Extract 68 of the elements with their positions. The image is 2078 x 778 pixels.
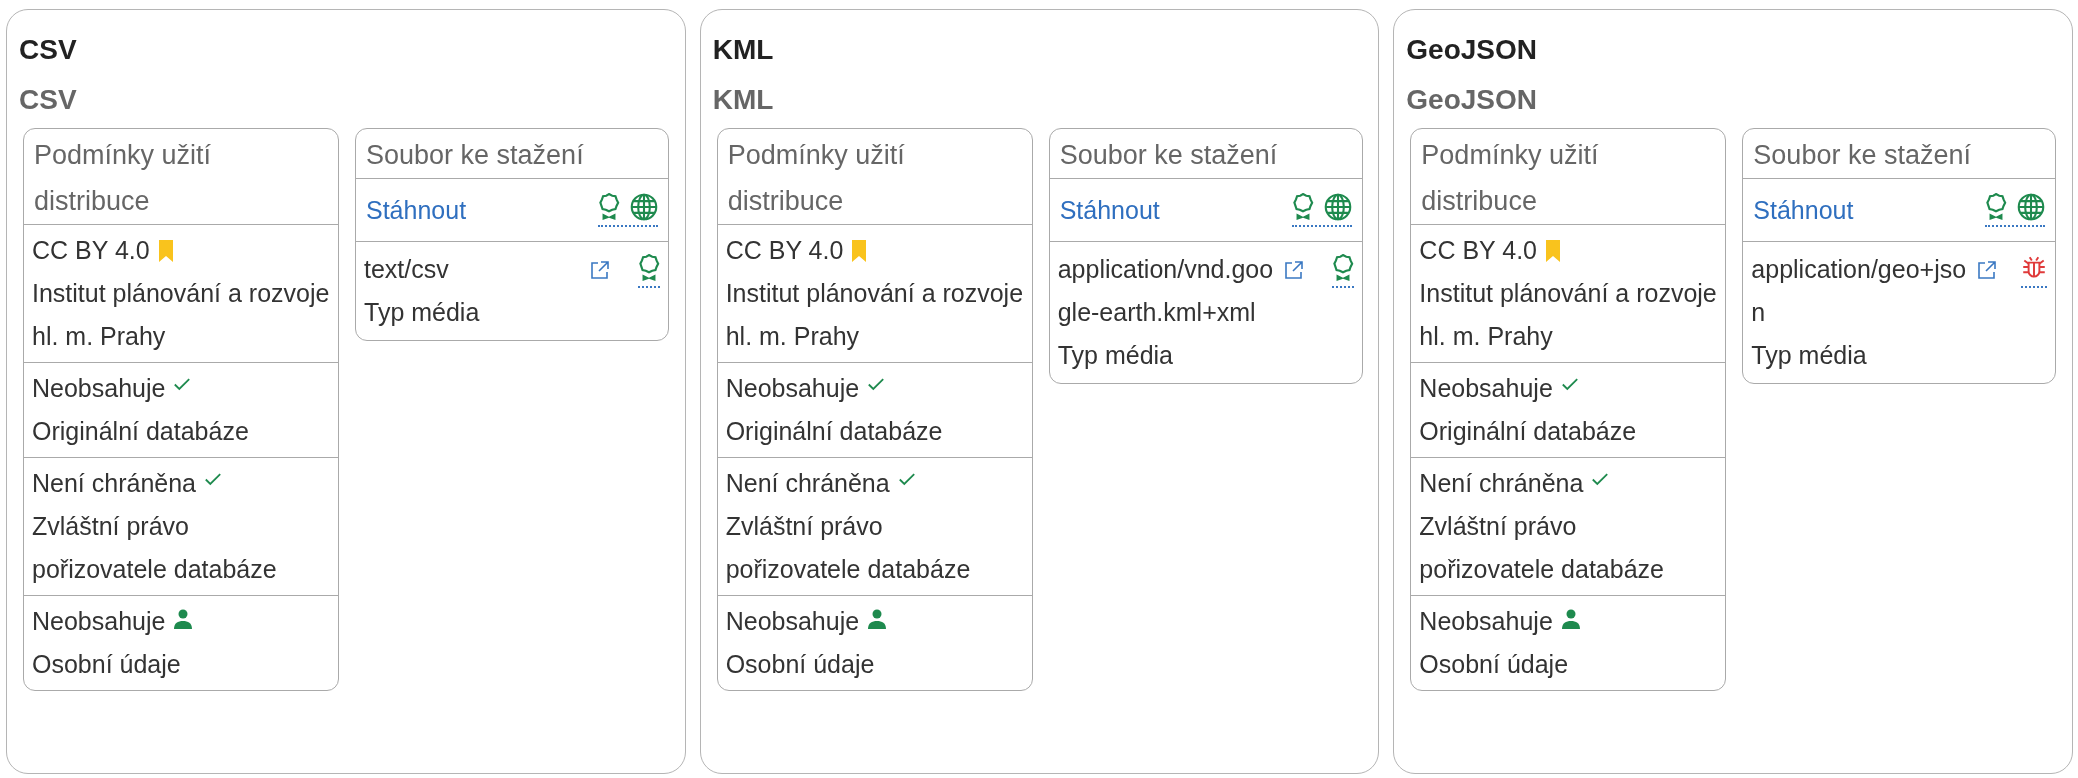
external-link-icon[interactable] (1283, 260, 1304, 280)
term-label: Institut plánování a rozvoje hl. m. Prahy (1419, 278, 1718, 352)
term-value: Neobsahuje (725, 606, 860, 637)
download-link[interactable]: Stáhnout (366, 195, 467, 225)
download-link[interactable]: Stáhnout (1059, 195, 1160, 225)
panel-header: Soubor ke stažení (356, 129, 668, 179)
check-icon (1591, 472, 1610, 487)
term-label: Institut plánování a rozvoje hl. m. Prahy (725, 278, 1024, 352)
term-label: Institut plánování a rozvoje hl. m. Prahy (32, 278, 330, 352)
dataset-title: KML (711, 33, 775, 67)
term-value: CC BY 4.0 (32, 235, 150, 266)
term-label: Originální databáze (1419, 416, 1638, 447)
dataset-title: CSV (18, 33, 78, 67)
media-type-label: Typ média (1751, 340, 1868, 371)
person-icon (867, 608, 888, 629)
format-subtitle: CSV (18, 83, 78, 117)
person-icon (173, 608, 194, 629)
term-value: Neobsahuje (725, 373, 860, 404)
award-icon[interactable] (598, 193, 620, 221)
check-icon (867, 377, 886, 392)
person-icon (1560, 608, 1581, 629)
media-type: application/vnd.google-earth.kml+xml (1057, 254, 1275, 328)
term-value: Neobsahuje (1419, 606, 1553, 637)
media-type-label: Typ média (1057, 340, 1174, 371)
term-value: Neobsahuje (1419, 373, 1553, 404)
term-label: Zvláštní právo pořizovatele databáze (32, 511, 278, 585)
globe-icon[interactable] (1323, 193, 1352, 221)
panel-header: Podmínky užití distribuce (717, 129, 1032, 225)
download-link[interactable]: Stáhnout (1753, 195, 1854, 225)
term-value: CC BY 4.0 (1419, 235, 1537, 266)
panel-header: Soubor ke stažení (1049, 129, 1362, 179)
term-label: Osobní údaje (32, 649, 182, 680)
globe-icon[interactable] (2017, 193, 2046, 221)
term-label: Originální databáze (32, 416, 250, 447)
panel-header: Soubor ke stažení (1743, 129, 2056, 179)
media-type-label: Typ média (364, 297, 481, 328)
term-value: Není chráněna (32, 468, 196, 499)
award-icon[interactable] (1985, 193, 2008, 221)
media-type: application/geo+json (1751, 254, 1968, 328)
media-type: text/csv (364, 254, 450, 285)
external-link-icon[interactable] (590, 260, 610, 280)
panel-header: Podmínky užití distribuce (24, 129, 338, 225)
format-subtitle: GeoJSON (1405, 83, 1539, 117)
term-label: Osobní údaje (1419, 649, 1570, 680)
term-value: Není chráněna (1419, 468, 1584, 499)
term-value: CC BY 4.0 (725, 235, 844, 266)
term-label: Originální databáze (725, 416, 944, 447)
award-icon[interactable] (638, 254, 660, 282)
dataset-title: GeoJSON (1405, 33, 1539, 67)
term-label: Zvláštní právo pořizovatele databáze (1419, 511, 1665, 585)
external-link-icon[interactable] (1977, 260, 1998, 280)
term-value: Neobsahuje (32, 606, 166, 637)
bookmark-icon (157, 239, 174, 262)
term-value: Neobsahuje (32, 373, 166, 404)
format-subtitle: KML (711, 83, 775, 117)
check-icon (204, 472, 222, 487)
bookmark-icon (851, 239, 868, 262)
panel-header: Podmínky užití distribuce (1411, 129, 1726, 225)
term-value: Není chráněna (725, 468, 890, 499)
check-icon (173, 377, 192, 392)
bookmark-icon (1545, 239, 1561, 262)
check-icon (897, 472, 916, 487)
award-icon[interactable] (1291, 193, 1314, 221)
check-icon (1560, 377, 1579, 392)
term-label: Zvláštní právo pořizovatele databáze (725, 511, 972, 585)
globe-icon[interactable] (630, 193, 658, 221)
award-icon[interactable] (1331, 254, 1354, 282)
term-label: Osobní údaje (725, 649, 876, 680)
